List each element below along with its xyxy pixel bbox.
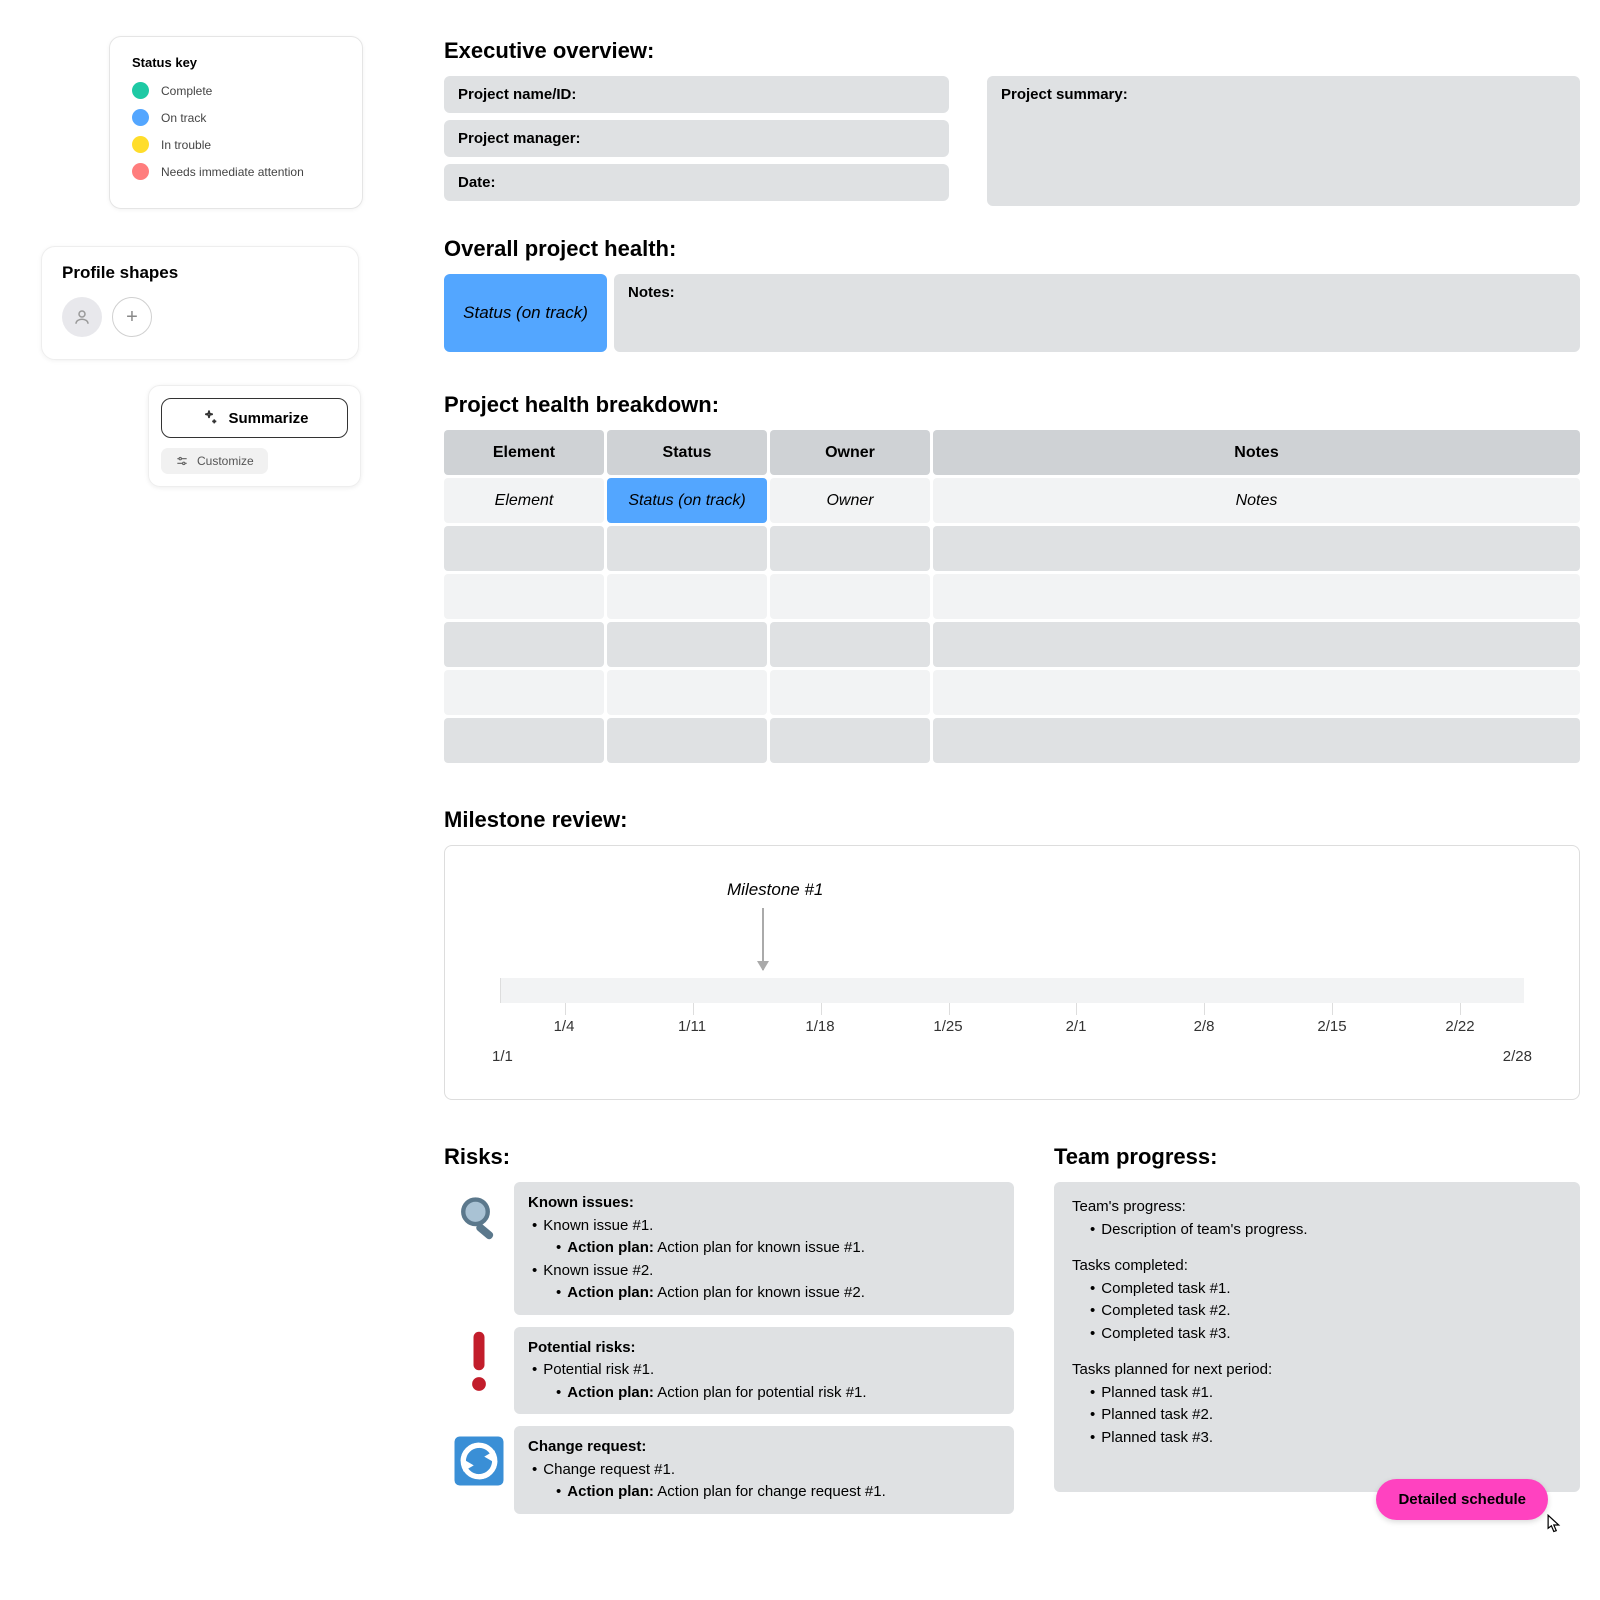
- summarize-label: Summarize: [228, 410, 308, 427]
- table-row[interactable]: Element Status (on track) Owner Notes: [444, 478, 1580, 523]
- status-key-panel: Status key Complete On track In trouble …: [109, 36, 363, 209]
- legend-item: In trouble: [132, 136, 340, 153]
- status-key-title: Status key: [132, 55, 340, 70]
- section-title-breakdown: Project health breakdown:: [444, 392, 1580, 418]
- table-header-row: Element Status Owner Notes: [444, 430, 1580, 475]
- overall-status-pill[interactable]: Status (on track): [444, 274, 607, 352]
- summarize-button[interactable]: Summarize: [161, 398, 348, 438]
- exclamation-icon: [444, 1327, 514, 1397]
- customize-label: Customize: [197, 454, 254, 468]
- legend-swatch-attention: [132, 163, 149, 180]
- detailed-schedule-button[interactable]: Detailed schedule: [1376, 1479, 1548, 1520]
- td-element: Element: [444, 478, 604, 523]
- timeline-track: [500, 978, 1524, 1003]
- risk-body[interactable]: Potential risks:Potential risk #1.Action…: [514, 1327, 1014, 1415]
- th-notes: Notes: [933, 430, 1580, 475]
- legend-swatch-ontrack: [132, 109, 149, 126]
- timeline-start-label: 1/1: [492, 1048, 513, 1065]
- legend-swatch-complete: [132, 82, 149, 99]
- breakdown-table: Element Status Owner Notes Element Statu…: [444, 430, 1580, 763]
- profile-shapes-panel: Profile shapes +: [41, 246, 359, 360]
- field-date[interactable]: Date:: [444, 164, 949, 201]
- table-row[interactable]: [444, 718, 1580, 763]
- field-project-name[interactable]: Project name/ID:: [444, 76, 949, 113]
- section-title-executive: Executive overview:: [444, 38, 1580, 64]
- legend-label: In trouble: [161, 138, 211, 152]
- timeline-tick-label: 1/25: [933, 1018, 962, 1035]
- field-project-manager[interactable]: Project manager:: [444, 120, 949, 157]
- milestone-marker-label: Milestone #1: [727, 880, 823, 900]
- profile-shape-add[interactable]: +: [112, 297, 152, 337]
- timeline-tick-label: 2/8: [1194, 1018, 1215, 1035]
- section-title-risks: Risks:: [444, 1144, 1014, 1170]
- table-row[interactable]: [444, 622, 1580, 667]
- summarize-panel: Summarize Customize: [148, 385, 361, 487]
- section-title-team: Team progress:: [1054, 1144, 1580, 1170]
- cursor-pointer-icon: [1540, 1512, 1566, 1538]
- td-notes: Notes: [933, 478, 1580, 523]
- timeline-tick-label: 2/15: [1317, 1018, 1346, 1035]
- profile-shape-person[interactable]: [62, 297, 102, 337]
- arrow-down-icon: [762, 908, 764, 970]
- risk-body[interactable]: Known issues:Known issue #1.Action plan:…: [514, 1182, 1014, 1315]
- td-status: Status (on track): [607, 478, 767, 523]
- timeline-tick-label: 2/22: [1445, 1018, 1474, 1035]
- refresh-icon: [444, 1426, 514, 1496]
- main-content: Executive overview: Project name/ID: Pro…: [444, 38, 1580, 1526]
- th-element: Element: [444, 430, 604, 475]
- customize-button[interactable]: Customize: [161, 448, 268, 474]
- team-progress-box[interactable]: Team's progress:Description of team's pr…: [1054, 1182, 1580, 1492]
- risk-body[interactable]: Change request:Change request #1.Action …: [514, 1426, 1014, 1514]
- th-owner: Owner: [770, 430, 930, 475]
- legend-item: Needs immediate attention: [132, 163, 340, 180]
- field-project-summary[interactable]: Project summary:: [987, 76, 1580, 206]
- risk-change-request: Change request:Change request #1.Action …: [444, 1426, 1014, 1514]
- magnifier-icon: [444, 1182, 514, 1252]
- timeline-tick-label: 1/11: [678, 1018, 706, 1035]
- detailed-schedule-label: Detailed schedule: [1398, 1491, 1526, 1508]
- timeline-tick-label: 1/4: [554, 1018, 575, 1035]
- profile-shapes-title: Profile shapes: [62, 263, 338, 283]
- legend-item: On track: [132, 109, 340, 126]
- table-row[interactable]: [444, 574, 1580, 619]
- th-status: Status: [607, 430, 767, 475]
- timeline-tick-label: 1/18: [805, 1018, 834, 1035]
- sliders-icon: [175, 454, 189, 468]
- td-owner: Owner: [770, 478, 930, 523]
- table-row[interactable]: [444, 526, 1580, 571]
- plus-icon: +: [126, 306, 138, 329]
- legend-label: Needs immediate attention: [161, 165, 304, 179]
- section-title-overall-health: Overall project health:: [444, 236, 1580, 262]
- sparkle-icon: [200, 409, 218, 427]
- milestone-timeline[interactable]: Milestone #1 1/1 2/28 1/4 1/11 1/18 1/25 2/1…: [444, 845, 1580, 1100]
- legend-label: On track: [161, 111, 206, 125]
- timeline-end-label: 2/28: [1503, 1048, 1532, 1065]
- risk-known-issues: Known issues:Known issue #1.Action plan:…: [444, 1182, 1014, 1315]
- legend-label: Complete: [161, 84, 212, 98]
- timeline-tick-label: 2/1: [1066, 1018, 1087, 1035]
- person-icon: [73, 308, 91, 326]
- section-title-milestone: Milestone review:: [444, 807, 1580, 833]
- table-row[interactable]: [444, 670, 1580, 715]
- risk-potential: Potential risks:Potential risk #1.Action…: [444, 1327, 1014, 1415]
- legend-swatch-trouble: [132, 136, 149, 153]
- legend-item: Complete: [132, 82, 340, 99]
- overall-notes-field[interactable]: Notes:: [614, 274, 1580, 352]
